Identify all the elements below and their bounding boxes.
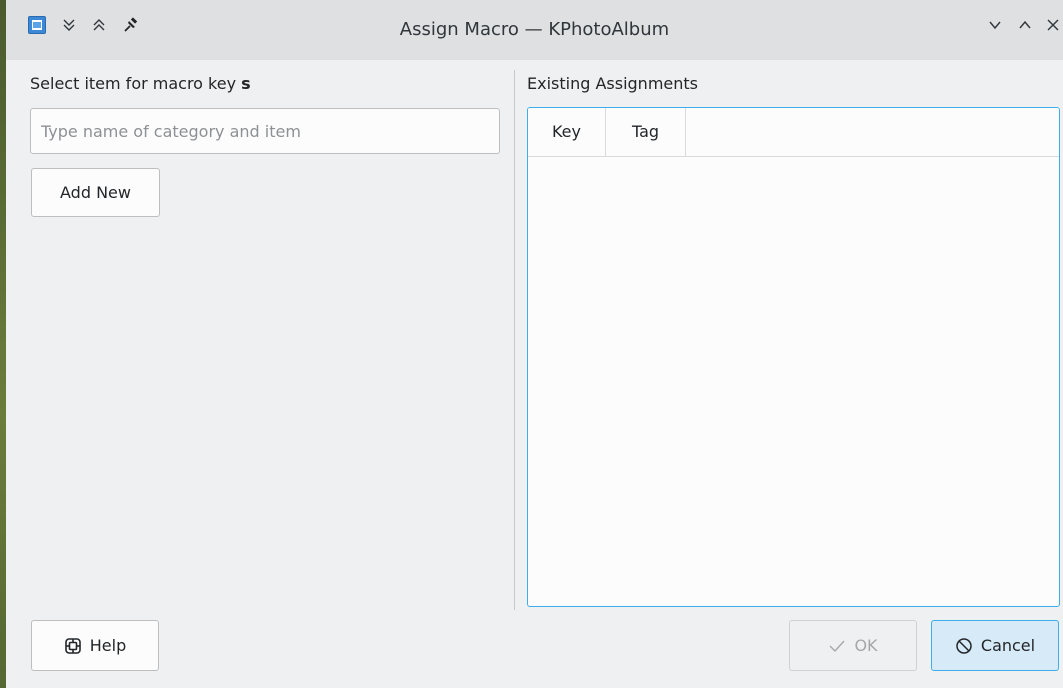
dialog-window: Assign Macro — KPhotoAlbum Select item f… bbox=[0, 0, 1063, 688]
ok-button[interactable]: OK bbox=[789, 620, 917, 671]
help-lifebuoy-icon bbox=[64, 637, 82, 655]
maximize-icon[interactable] bbox=[1012, 12, 1038, 38]
macro-key-label-text: Select item for macro key bbox=[30, 74, 242, 93]
column-header-tag[interactable]: Tag bbox=[606, 108, 686, 156]
help-button[interactable]: Help bbox=[31, 620, 159, 671]
table-header: Key Tag bbox=[528, 108, 1059, 157]
pin-icon[interactable] bbox=[118, 12, 144, 38]
cancel-button[interactable]: Cancel bbox=[931, 620, 1059, 671]
macro-key-label: Select item for macro key s bbox=[30, 73, 251, 95]
existing-assignments-label: Existing Assignments bbox=[527, 74, 698, 93]
close-icon[interactable] bbox=[1040, 12, 1063, 38]
app-icon[interactable] bbox=[28, 16, 46, 34]
category-item-search-input[interactable] bbox=[30, 108, 500, 154]
keep-below-icon[interactable] bbox=[56, 12, 82, 38]
add-new-label: Add New bbox=[60, 183, 131, 202]
help-label: Help bbox=[89, 636, 127, 655]
add-new-button[interactable]: Add New bbox=[31, 168, 160, 217]
check-icon bbox=[828, 639, 846, 653]
background-desktop-edge bbox=[0, 0, 6, 688]
ok-label: OK bbox=[854, 636, 878, 655]
minimize-icon[interactable] bbox=[982, 12, 1008, 38]
titlebar[interactable]: Assign Macro — KPhotoAlbum bbox=[6, 0, 1063, 60]
cancel-label: Cancel bbox=[980, 636, 1036, 655]
macro-key-value: s bbox=[241, 74, 251, 93]
cancel-icon bbox=[955, 637, 973, 655]
column-header-key[interactable]: Key bbox=[528, 108, 606, 156]
window-title: Assign Macro — KPhotoAlbum bbox=[399, 19, 670, 40]
keep-above-icon[interactable] bbox=[86, 12, 112, 38]
assignments-table[interactable]: Key Tag bbox=[527, 107, 1060, 607]
panel-divider[interactable] bbox=[514, 70, 515, 610]
